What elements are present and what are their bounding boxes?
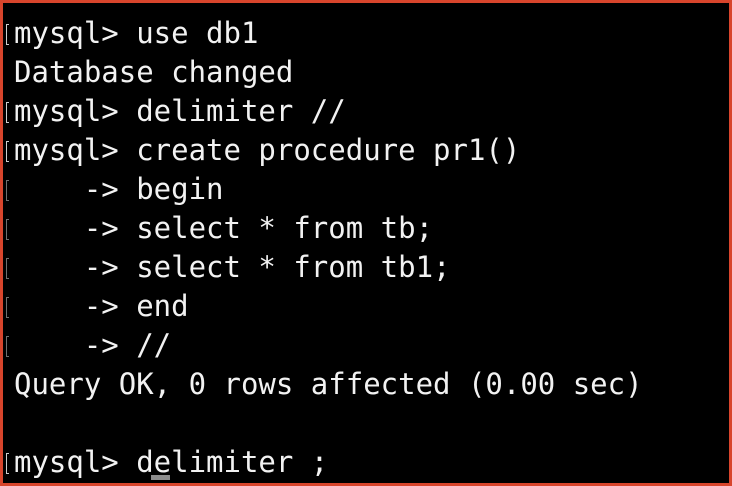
line-marker-icon	[6, 24, 9, 45]
command-use-db: mysql> use db1	[14, 16, 259, 50]
terminal-line: mysql> create procedure pr1()	[3, 131, 729, 170]
continuation-begin: -> begin	[14, 172, 224, 206]
continuation-select-tb1: -> select * from tb1;	[14, 250, 451, 284]
continuation-delimiter-end: -> //	[14, 328, 172, 362]
terminal-line: -> begin	[3, 170, 729, 209]
terminal-line: -> select * from tb1;	[3, 248, 729, 287]
command-delimiter-slash: mysql> delimiter //	[14, 94, 346, 128]
terminal-line: Query OK, 0 rows affected (0.00 sec)	[3, 365, 729, 404]
terminal-line: mysql> delimiter ;	[3, 443, 729, 482]
terminal-output: mysql> use db1 Database changed mysql> d…	[3, 14, 729, 482]
command-delimiter-semicolon: mysql> delimiter ;	[14, 445, 329, 479]
line-marker-icon	[6, 453, 9, 474]
command-create-procedure: mysql> create procedure pr1()	[14, 133, 521, 167]
output-database-changed: Database changed	[14, 55, 294, 89]
line-marker-icon	[6, 141, 9, 162]
line-marker-icon	[6, 180, 9, 201]
terminal-line: mysql> delimiter //	[3, 92, 729, 131]
terminal-window-frame: mysql> use db1 Database changed mysql> d…	[0, 0, 732, 486]
text-cursor	[151, 475, 170, 480]
terminal-line: -> select * from tb;	[3, 209, 729, 248]
terminal-line: mysql> use db1	[3, 14, 729, 53]
terminal-line: -> end	[3, 287, 729, 326]
output-query-ok: Query OK, 0 rows affected (0.00 sec)	[14, 367, 643, 401]
line-marker-icon	[6, 258, 9, 279]
terminal-screen[interactable]: mysql> use db1 Database changed mysql> d…	[3, 3, 729, 483]
continuation-end: -> end	[14, 289, 189, 323]
line-marker-icon	[6, 336, 9, 357]
line-marker-icon	[6, 102, 9, 123]
terminal-line: -> //	[3, 326, 729, 365]
line-marker-icon	[6, 297, 9, 318]
continuation-select-tb: -> select * from tb;	[14, 211, 434, 245]
terminal-line: Database changed	[3, 53, 729, 92]
line-marker-icon	[6, 219, 9, 240]
